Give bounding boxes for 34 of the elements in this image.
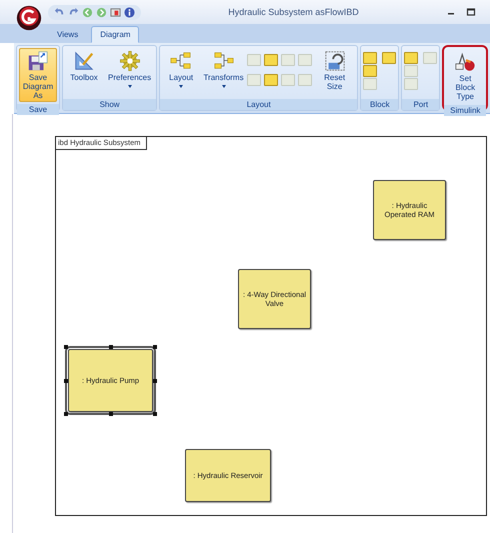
group-label: Port <box>402 99 440 110</box>
ruler-triangle-icon <box>73 50 95 72</box>
small-tool-icon[interactable] <box>363 52 378 64</box>
ribbon-tab[interactable]: Diagram <box>91 26 140 43</box>
ribbon-button[interactable]: Preferences <box>105 48 154 90</box>
window-title: Hydraulic Subsystem asFlowIBD <box>227 7 360 17</box>
export-icon[interactable] <box>110 6 121 18</box>
group-label: Simulink <box>444 105 486 116</box>
small-tool-icon[interactable] <box>264 74 278 86</box>
ribbon-button[interactable]: Layout <box>162 48 200 90</box>
info-icon[interactable] <box>124 6 135 18</box>
ribbon-button[interactable]: Toolbox <box>65 48 103 85</box>
small-tool-icon[interactable] <box>363 65 378 77</box>
redo-icon[interactable] <box>68 6 79 18</box>
undo-icon[interactable] <box>54 6 65 18</box>
forward-icon[interactable] <box>96 6 107 18</box>
back-icon[interactable] <box>82 6 93 18</box>
group-label: Save <box>17 104 59 116</box>
gear-icon <box>118 50 141 72</box>
block-badge-icon <box>454 51 476 73</box>
small-tool-icon[interactable] <box>404 52 418 64</box>
ribbon-button[interactable]: Save Diagram As <box>19 48 57 102</box>
ribbon-button[interactable]: Reset Size <box>314 48 356 94</box>
small-tool-icon[interactable] <box>264 54 278 66</box>
ribbon-button[interactable]: Set Block Type <box>446 49 484 104</box>
group-label: Block <box>361 99 398 110</box>
floppy-disk-icon <box>27 50 49 72</box>
group-label: Show <box>63 99 156 110</box>
small-tool-icon[interactable] <box>382 52 396 64</box>
group-label: Layout <box>160 99 358 110</box>
resize-icon <box>324 50 346 72</box>
ribbon-button[interactable]: Transforms <box>202 48 245 90</box>
maximize-icon[interactable] <box>466 7 476 17</box>
ribbon-tab[interactable]: Views <box>48 26 88 43</box>
